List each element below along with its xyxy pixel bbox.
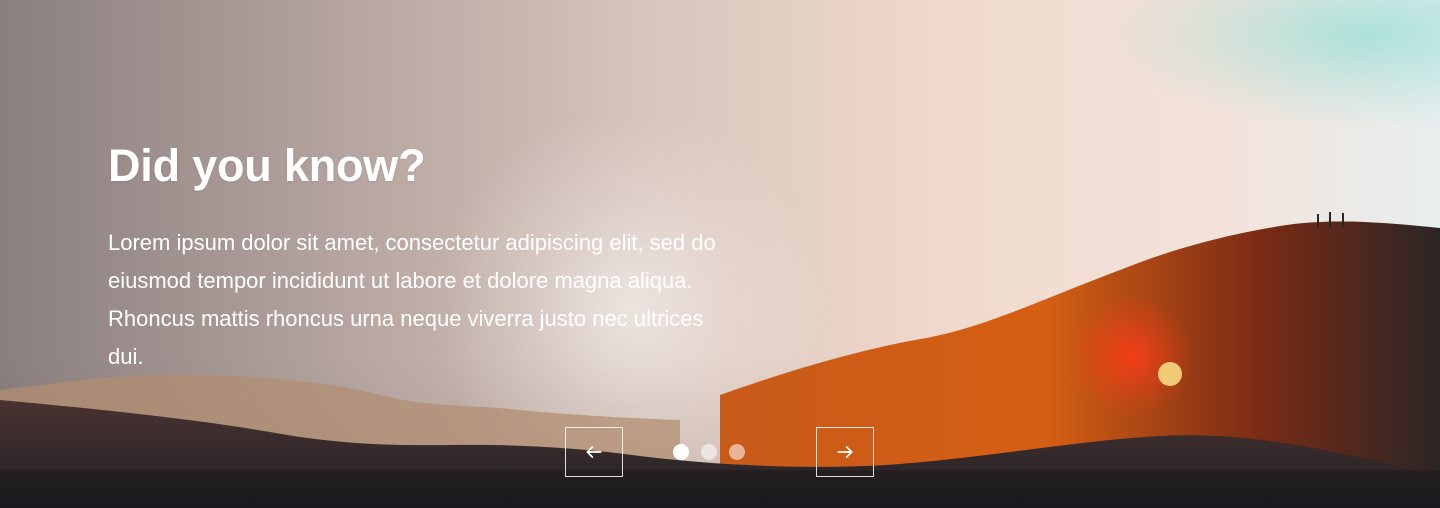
hero-banner: Did you know? Lorem ipsum dolor sit amet… [0, 0, 1440, 508]
carousel-dots [673, 442, 763, 462]
carousel-next-button[interactable] [816, 427, 874, 477]
carousel-controls [565, 427, 875, 479]
arrow-left-icon [586, 446, 602, 458]
carousel-dot-1[interactable] [673, 444, 689, 460]
carousel-dot-3[interactable] [729, 444, 745, 460]
hero-content: Did you know? Lorem ipsum dolor sit amet… [108, 138, 748, 376]
hero-title: Did you know? [108, 140, 426, 191]
sun-glare [1070, 294, 1194, 418]
hero-body-text: Lorem ipsum dolor sit amet, consectetur … [108, 230, 716, 369]
carousel-prev-button[interactable] [565, 427, 623, 477]
arrow-right-icon [837, 446, 853, 458]
sun [1158, 362, 1182, 386]
carousel-dot-2[interactable] [701, 444, 717, 460]
